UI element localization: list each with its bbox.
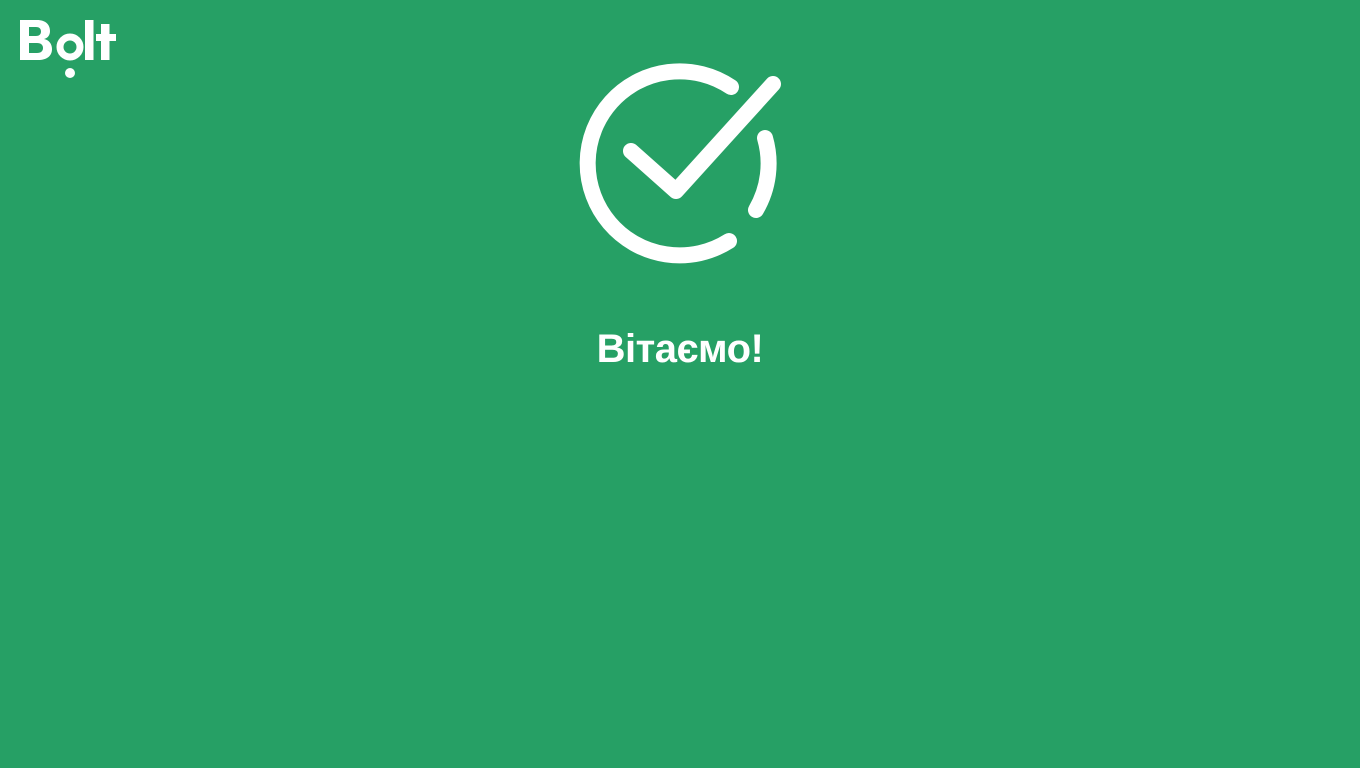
bolt-logo[interactable] [20, 12, 124, 84]
welcome-title: Вітаємо! [596, 327, 764, 371]
check-circle-icon [574, 58, 786, 270]
